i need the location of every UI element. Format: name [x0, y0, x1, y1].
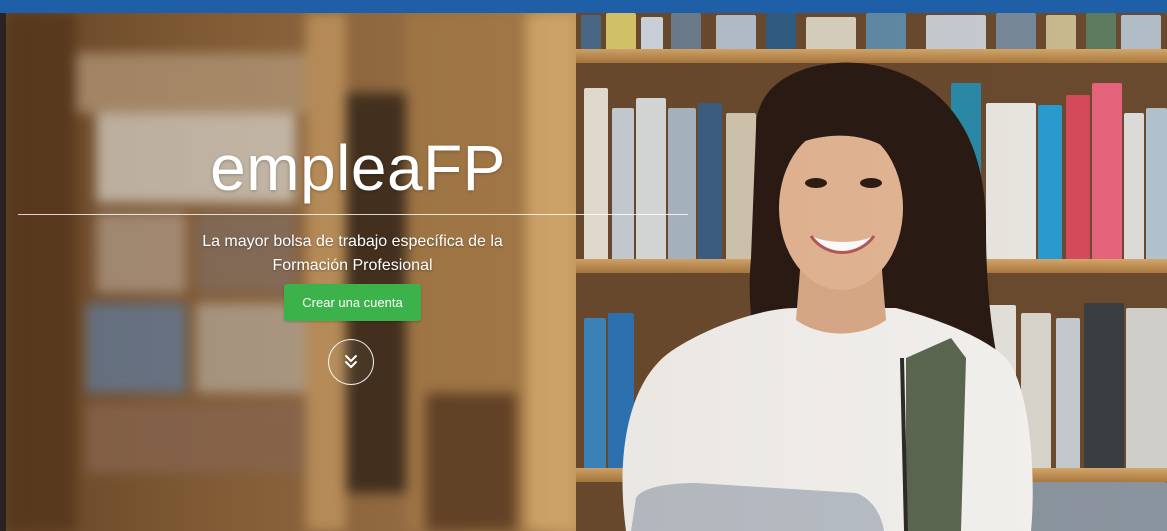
create-account-button[interactable]: Crear una cuenta: [284, 284, 421, 321]
hero-section: empleaFP La mayor bolsa de trabajo espec…: [6, 13, 1167, 531]
double-chevron-down-icon: [345, 355, 357, 368]
hero-tagline-line-2: Formación Profesional: [272, 257, 433, 274]
top-bar: [0, 0, 1167, 13]
landing-page: empleaFP La mayor bolsa de trabajo espec…: [0, 0, 1167, 531]
hero-tagline-line-1: La mayor bolsa de trabajo específica de …: [202, 233, 503, 250]
scroll-down-button[interactable]: [328, 339, 374, 385]
hero-tagline: La mayor bolsa de trabajo específica de …: [156, 230, 549, 278]
brand-title: empleaFP: [210, 132, 506, 204]
hero-divider: [18, 214, 688, 215]
